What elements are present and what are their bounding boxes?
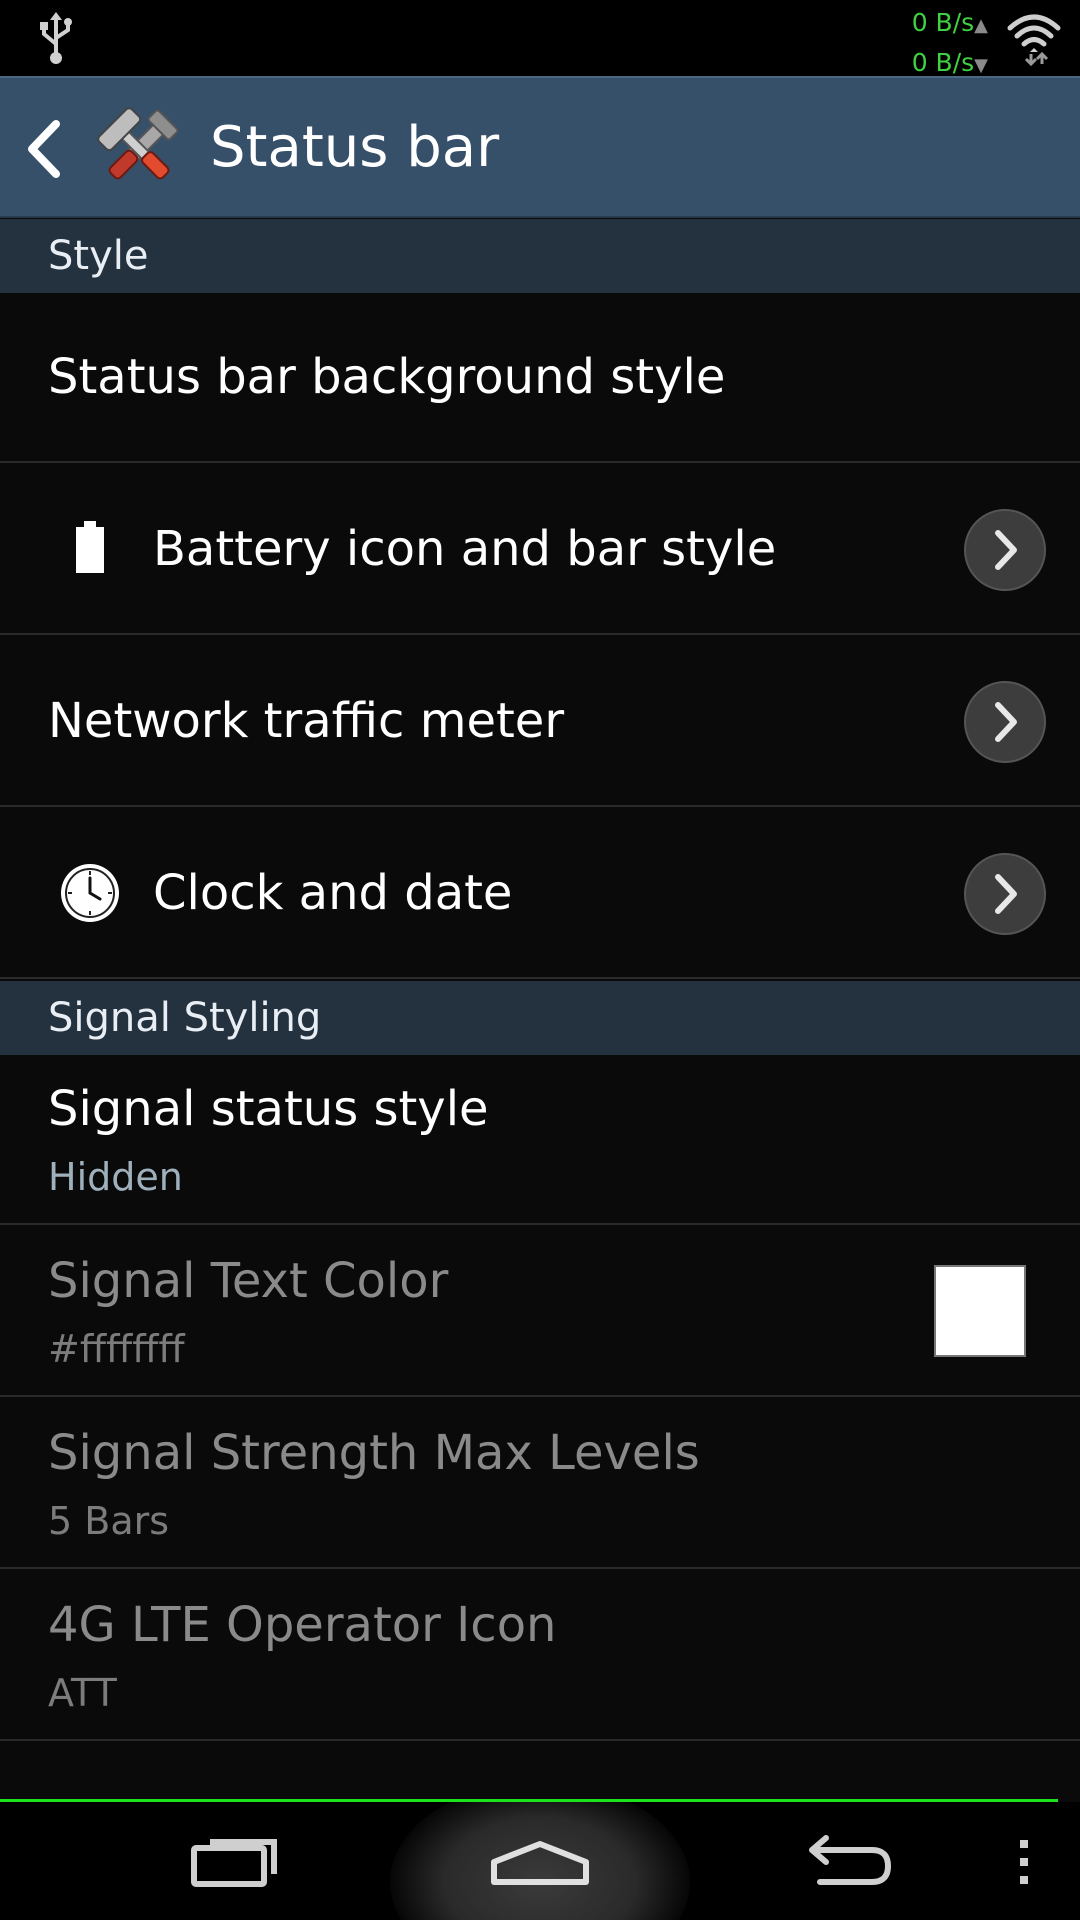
pref-signal-strength-max-levels: Signal Strength Max Levels 5 Bars xyxy=(0,1399,1080,1569)
network-traffic-readout: 0 B/s▲ 0 B/s▼ xyxy=(912,4,988,84)
section-header-label: Style xyxy=(48,233,149,279)
navigation-bar xyxy=(0,1802,1080,1920)
pref-clock-and-date[interactable]: Clock and date xyxy=(0,809,1080,979)
overflow-menu-icon[interactable] xyxy=(1004,1802,1044,1920)
pref-label: Signal Text Color xyxy=(48,1253,449,1309)
recent-apps-icon[interactable] xyxy=(180,1802,290,1920)
page-title: Status bar xyxy=(210,115,500,180)
pref-label: Signal status style xyxy=(48,1081,489,1137)
pref-label: Battery icon and bar style xyxy=(153,521,777,577)
chevron-right-button[interactable] xyxy=(964,509,1046,591)
back-icon[interactable] xyxy=(24,114,64,184)
down-arrow-icon: ▼ xyxy=(974,55,988,76)
system-status-bar: 0 B/s▲ 0 B/s▼ xyxy=(0,0,1080,77)
traffic-down-value: 0 B/s xyxy=(911,48,975,77)
back-nav-icon[interactable] xyxy=(790,1802,900,1920)
section-header-signal-styling: Signal Styling xyxy=(0,981,1080,1055)
chevron-right-icon xyxy=(995,874,1017,914)
pref-label: Clock and date xyxy=(153,865,513,921)
pref-signal-text-color: Signal Text Color #ffffffff xyxy=(0,1227,1080,1397)
pref-summary: 5 Bars xyxy=(48,1499,170,1543)
action-bar: Status bar xyxy=(0,76,1080,218)
pref-label: Network traffic meter xyxy=(48,693,565,749)
pref-label: Status bar background style xyxy=(48,349,726,405)
chevron-right-button[interactable] xyxy=(964,681,1046,763)
section-header-style: Style xyxy=(0,219,1080,293)
pref-battery-icon-style[interactable]: Battery icon and bar style xyxy=(0,465,1080,635)
pref-summary: #ffffffff xyxy=(48,1327,185,1371)
wifi-icon xyxy=(1007,14,1061,67)
battery-icon xyxy=(76,521,104,573)
pref-network-traffic-meter[interactable]: Network traffic meter xyxy=(0,637,1080,807)
home-icon[interactable] xyxy=(480,1802,600,1920)
chevron-right-icon xyxy=(995,702,1017,742)
pref-status-bar-background-style[interactable]: Status bar background style xyxy=(0,293,1080,463)
pref-signal-status-style[interactable]: Signal status style Hidden xyxy=(0,1055,1080,1225)
traffic-up-value: 0 B/s xyxy=(911,8,975,37)
pref-label: Signal Strength Max Levels xyxy=(48,1425,700,1481)
pref-label: 4G LTE Operator Icon xyxy=(48,1597,557,1653)
pref-summary: Hidden xyxy=(48,1155,183,1199)
up-arrow-icon: ▲ xyxy=(974,15,988,36)
clock-icon xyxy=(61,864,119,922)
section-header-label: Signal Styling xyxy=(48,995,322,1041)
tools-icon[interactable] xyxy=(94,106,184,192)
pref-summary: ATT xyxy=(48,1671,117,1715)
usb-icon xyxy=(40,12,72,64)
chevron-right-button[interactable] xyxy=(964,853,1046,935)
color-swatch xyxy=(934,1265,1026,1357)
pref-4g-lte-operator-icon: 4G LTE Operator Icon ATT xyxy=(0,1571,1080,1741)
chevron-right-icon xyxy=(995,530,1017,570)
